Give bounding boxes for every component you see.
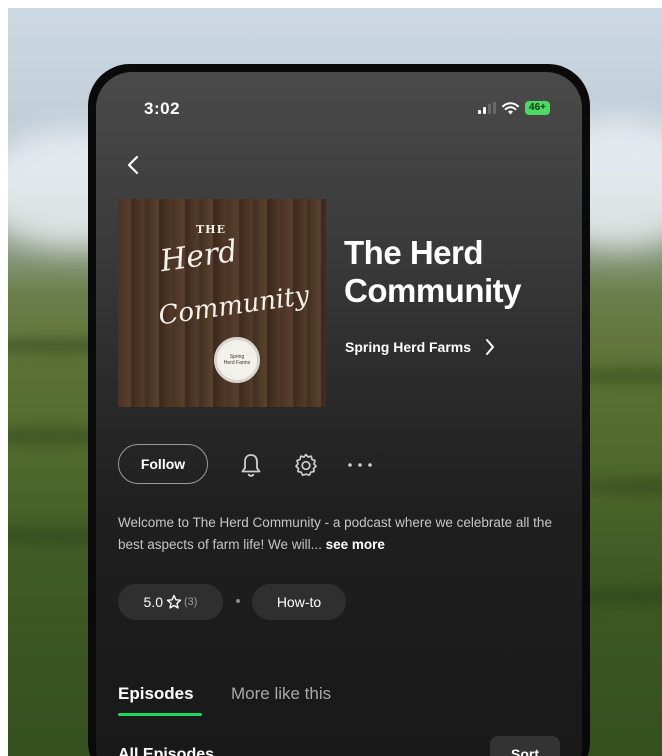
battery-indicator: 46+ bbox=[525, 101, 550, 115]
status-time: 3:02 bbox=[144, 99, 181, 118]
publisher-name: Spring Herd Farms bbox=[345, 339, 472, 355]
cover-text-the: THE bbox=[196, 223, 226, 236]
cover-badge: Spring Herd Farms bbox=[214, 337, 260, 383]
back-button[interactable] bbox=[122, 152, 144, 178]
tab-more-like-this[interactable]: More like this bbox=[231, 684, 331, 704]
wifi-icon bbox=[502, 101, 520, 114]
chevron-left-icon bbox=[127, 155, 139, 175]
rating-value: 5.0 bbox=[143, 594, 163, 610]
signal-icon bbox=[478, 102, 497, 114]
podcast-title: The Herd Community bbox=[344, 234, 522, 309]
status-icons: 46+ bbox=[478, 101, 550, 115]
see-more-link[interactable]: see more bbox=[326, 537, 385, 552]
all-episodes-heading: All Episodes bbox=[118, 746, 215, 756]
podcast-description: Welcome to The Herd Community - a podcas… bbox=[118, 512, 568, 556]
cover-text-herd: Herd bbox=[157, 233, 240, 280]
rating-count: (3) bbox=[184, 596, 198, 608]
bell-icon bbox=[241, 454, 261, 477]
tab-episodes[interactable]: Episodes bbox=[118, 684, 194, 704]
star-icon bbox=[166, 594, 182, 609]
podcast-cover-art: THE Herd Community Spring Herd Farms bbox=[118, 199, 326, 407]
chevron-right-icon bbox=[486, 339, 495, 355]
cover-text-community: Community bbox=[156, 280, 312, 332]
phone-frame: 3:02 46+ THE Herd Community Spring Herd bbox=[88, 64, 590, 756]
notifications-button[interactable] bbox=[236, 450, 266, 480]
sort-button[interactable]: Sort bbox=[490, 736, 560, 756]
more-horizontal-icon bbox=[348, 463, 372, 467]
more-options-button[interactable] bbox=[345, 450, 375, 480]
active-tab-indicator bbox=[118, 713, 202, 716]
category-chip[interactable]: How-to bbox=[252, 584, 346, 620]
settings-button[interactable] bbox=[291, 450, 321, 480]
podcast-screen: 3:02 46+ THE Herd Community Spring Herd bbox=[96, 72, 582, 756]
follow-button[interactable]: Follow bbox=[118, 444, 208, 484]
gear-icon bbox=[295, 453, 317, 477]
separator-dot bbox=[236, 599, 240, 603]
publisher-link[interactable]: Spring Herd Farms bbox=[345, 338, 495, 356]
rating-chip[interactable]: 5.0 (3) bbox=[118, 584, 223, 620]
